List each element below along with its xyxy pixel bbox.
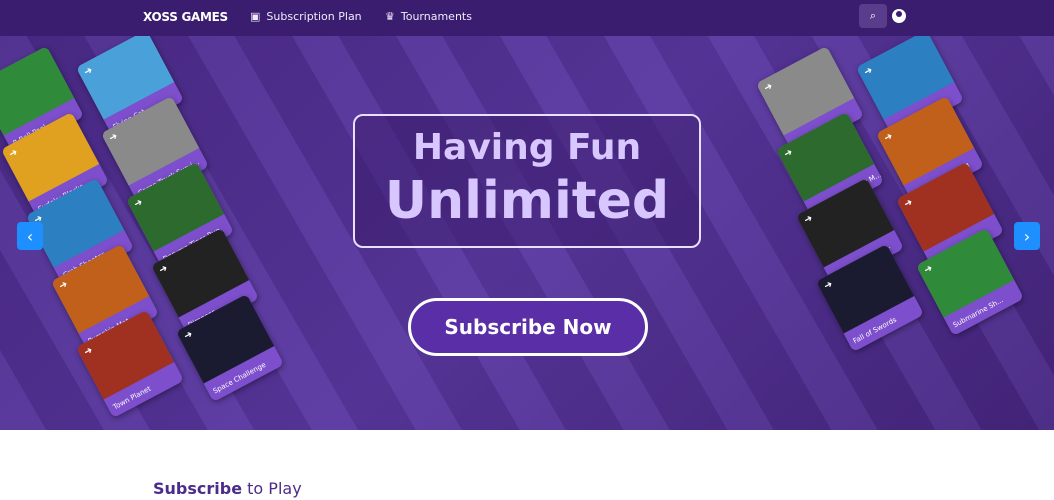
nav-subscription-plan[interactable]: ▣ Subscription Plan <box>250 10 362 23</box>
nav-label: Tournaments <box>400 10 472 23</box>
heading-rest: to Play <box>242 479 302 498</box>
next-arrow-button[interactable]: › <box>1014 222 1040 250</box>
prev-arrow-button[interactable]: ‹ <box>17 222 43 250</box>
section-heading: Subscribe to Play <box>153 480 302 498</box>
search-icon: ⌕ <box>869 9 877 22</box>
heading-bold: Subscribe <box>153 479 243 498</box>
nav-tournaments[interactable]: ♛ Tournaments <box>385 10 472 23</box>
subscribe-now-button[interactable]: Subscribe Now <box>408 298 648 356</box>
headline-line2: Unlimited <box>384 171 670 231</box>
logo[interactable]: XOSS GAMES <box>143 10 228 24</box>
trophy-icon: ♛ <box>385 10 395 23</box>
hero-banner: ➜8 Ball Pool➜Flying Cat➜Sudoku Blocks➜Ca… <box>0 36 1054 430</box>
user-icon[interactable] <box>892 9 906 23</box>
headline-line1: Having Fun <box>412 127 642 168</box>
hero-headline: Having Fun Unlimited <box>353 114 701 248</box>
top-nav: XOSS GAMES ▣ Subscription Plan ♛ Tournamen… <box>0 0 1054 36</box>
nav-label: Subscription Plan <box>266 10 362 23</box>
search-button[interactable]: ⌕ <box>859 4 887 28</box>
box-icon: ▣ <box>250 10 261 23</box>
